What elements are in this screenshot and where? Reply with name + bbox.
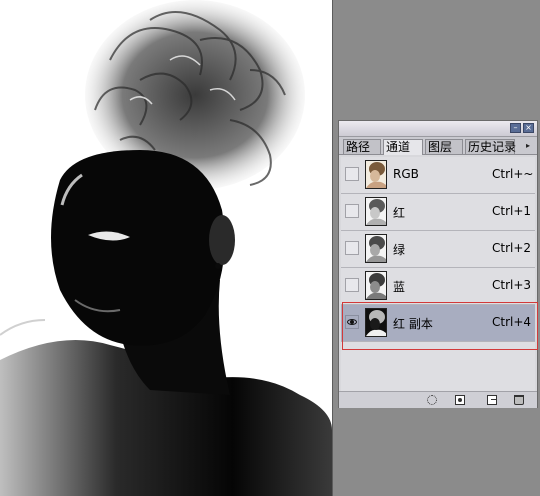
load-channel-as-selection-icon[interactable] bbox=[427, 395, 437, 405]
channel-shortcut: Ctrl+4 bbox=[492, 315, 532, 329]
channel-thumbnail bbox=[365, 197, 387, 226]
close-button[interactable]: × bbox=[523, 123, 534, 133]
visibility-toggle[interactable] bbox=[345, 278, 359, 292]
tab-history[interactable]: 历史记录 bbox=[465, 139, 516, 154]
visibility-toggle[interactable] bbox=[345, 204, 359, 218]
channel-name: 绿 bbox=[393, 243, 406, 257]
minimize-button[interactable]: – bbox=[510, 123, 521, 133]
channel-name: 蓝 bbox=[393, 280, 406, 294]
channel-row-blue[interactable]: 蓝 Ctrl+3 bbox=[341, 268, 535, 305]
new-channel-icon[interactable] bbox=[487, 395, 497, 405]
channel-list: RGB Ctrl+~ 红 Ctrl+1 绿 Ctrl+2 蓝 Ctrl+3 红 … bbox=[341, 157, 535, 391]
channel-shortcut: Ctrl+1 bbox=[492, 204, 532, 218]
inverted-channel-image bbox=[0, 0, 332, 496]
panel-footer bbox=[339, 391, 537, 408]
panel-menu-icon[interactable]: ▸ bbox=[523, 141, 533, 151]
channel-thumbnail bbox=[365, 160, 387, 189]
document-canvas[interactable] bbox=[0, 0, 333, 496]
tab-channels[interactable]: 通道 bbox=[383, 139, 423, 155]
channel-row-red-copy[interactable]: 红 副本 Ctrl+4 bbox=[341, 305, 535, 342]
channel-name: 红 bbox=[393, 206, 406, 220]
tab-layers[interactable]: 图层 bbox=[425, 139, 463, 154]
channel-name: RGB bbox=[393, 167, 419, 181]
visibility-toggle[interactable] bbox=[345, 315, 359, 329]
channel-shortcut: Ctrl+3 bbox=[492, 278, 532, 292]
channel-shortcut: Ctrl+~ bbox=[492, 167, 534, 181]
channel-thumbnail bbox=[365, 271, 387, 300]
channels-panel: – × 路径 通道 图层 历史记录 ▸ RGB Ctrl+~ 红 Ctrl+1 bbox=[338, 120, 538, 408]
tab-paths[interactable]: 路径 bbox=[343, 139, 381, 154]
save-selection-as-channel-icon[interactable] bbox=[455, 395, 465, 405]
channel-row-rgb[interactable]: RGB Ctrl+~ bbox=[341, 157, 535, 194]
panel-tab-bar: 路径 通道 图层 历史记录 ▸ bbox=[339, 137, 537, 155]
panel-titlebar[interactable]: – × bbox=[339, 121, 537, 137]
visibility-toggle[interactable] bbox=[345, 241, 359, 255]
visibility-toggle[interactable] bbox=[345, 167, 359, 181]
channel-thumbnail bbox=[365, 308, 387, 337]
eye-icon bbox=[347, 319, 357, 325]
channel-row-red[interactable]: 红 Ctrl+1 bbox=[341, 194, 535, 231]
trash-icon[interactable] bbox=[514, 395, 524, 405]
channel-row-green[interactable]: 绿 Ctrl+2 bbox=[341, 231, 535, 268]
channel-shortcut: Ctrl+2 bbox=[492, 241, 532, 255]
channel-name: 红 副本 bbox=[393, 317, 433, 331]
channel-thumbnail bbox=[365, 234, 387, 263]
